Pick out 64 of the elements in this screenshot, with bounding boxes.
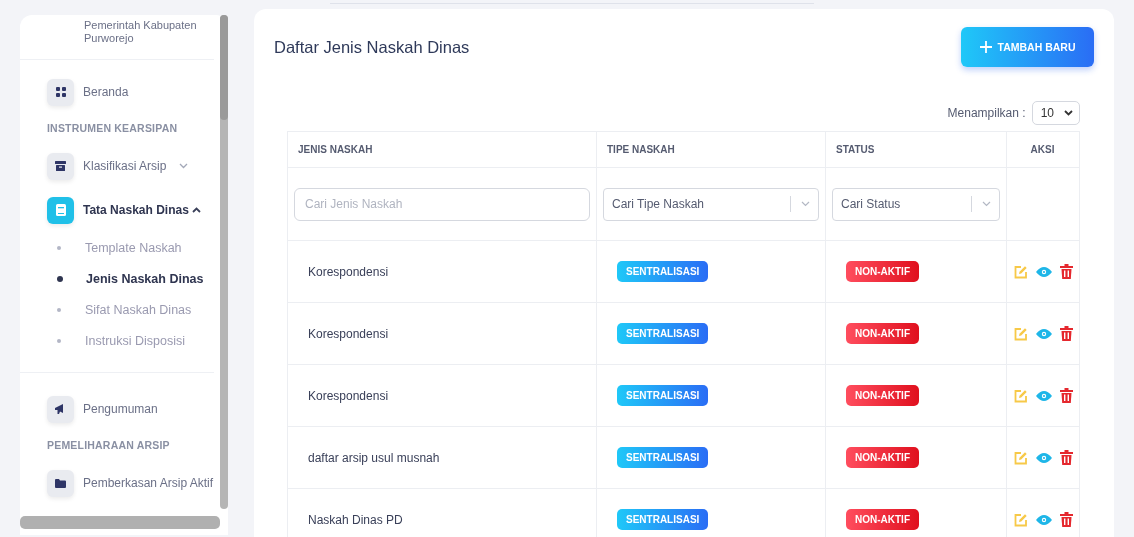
vertical-scrollbar[interactable] xyxy=(220,15,228,509)
sidebar-item[interactable]: Pemberkasan Arsip Aktif xyxy=(20,461,220,505)
book-icon xyxy=(47,196,74,224)
status-badge: NON-AKTIF xyxy=(846,447,919,468)
column-header: STATUS xyxy=(825,131,1007,168)
table-cell: Korespondensi xyxy=(308,326,389,341)
table-cell: Korespondensi xyxy=(308,264,389,279)
delete-icon[interactable] xyxy=(1059,512,1073,528)
type-badge: SENTRALISASI xyxy=(617,261,709,282)
status-badge: NON-AKTIF xyxy=(846,385,919,406)
view-icon[interactable] xyxy=(1035,514,1052,525)
submenu-item[interactable]: Instruksi Disposisi xyxy=(20,325,220,356)
table-cell: daftar arsip usul musnah xyxy=(308,450,440,465)
sidebar-item[interactable]: Pengumuman xyxy=(20,387,220,431)
page-size-select[interactable]: 10 xyxy=(1031,101,1080,125)
submenu-item[interactable]: Jenis Naskah Dinas xyxy=(20,263,220,294)
sidebar-item[interactable]: Beranda xyxy=(20,70,220,114)
type-badge: SENTRALISASI xyxy=(617,323,709,344)
grid-icon xyxy=(47,78,74,106)
section-label: INSTRUMEN KEARSIPAN xyxy=(46,121,179,136)
type-badge: SENTRALISASI xyxy=(617,385,709,406)
megaphone-icon xyxy=(47,395,74,423)
edit-icon[interactable] xyxy=(1013,326,1028,341)
sidebar-item[interactable]: Tata Naskah Dinas xyxy=(20,188,220,232)
organization-name: Pemerintah Kabupaten Purworejo xyxy=(83,19,198,45)
column-header: JENIS NASKAH xyxy=(287,131,597,168)
view-icon[interactable] xyxy=(1035,266,1052,277)
type-badge: SENTRALISASI xyxy=(617,447,709,468)
chevron-down-icon xyxy=(1064,110,1073,116)
table-cell: Korespondensi xyxy=(308,388,389,403)
archive-box-icon xyxy=(47,152,74,180)
plus-icon xyxy=(979,41,992,53)
type-filter-dropdown[interactable]: Cari Tipe Naskah xyxy=(603,187,819,221)
delete-icon[interactable] xyxy=(1059,450,1073,466)
column-header: TIPE NASKAH xyxy=(596,131,826,168)
search-field[interactable]: Cari Jenis Naskah xyxy=(294,187,590,221)
delete-icon[interactable] xyxy=(1059,264,1073,280)
status-badge: NON-AKTIF xyxy=(846,323,919,344)
view-icon[interactable] xyxy=(1035,452,1052,463)
horizontal-scrollbar[interactable] xyxy=(20,516,220,529)
add-new-button[interactable]: TAMBAH BARU xyxy=(961,27,1094,67)
delete-icon[interactable] xyxy=(1059,388,1073,404)
section-label: PEMELIHARAAN ARSIP xyxy=(46,438,171,453)
delete-icon[interactable] xyxy=(1059,326,1073,342)
edit-icon[interactable] xyxy=(1013,450,1028,465)
type-badge: SENTRALISASI xyxy=(617,509,709,530)
submenu-item[interactable]: Template Naskah xyxy=(20,232,220,263)
status-badge: NON-AKTIF xyxy=(846,509,919,530)
page-title: Daftar Jenis Naskah Dinas xyxy=(274,37,470,57)
edit-icon[interactable] xyxy=(1013,388,1028,403)
table-cell: Naskah Dinas PD xyxy=(308,512,403,527)
edit-icon[interactable] xyxy=(1013,264,1028,279)
chevron-down-icon xyxy=(982,201,991,207)
column-header: AKSI xyxy=(1006,131,1080,168)
view-icon[interactable] xyxy=(1035,390,1052,401)
chevron-down-icon xyxy=(801,201,810,207)
view-icon[interactable] xyxy=(1035,328,1052,339)
folder-icon xyxy=(47,469,74,497)
status-filter-dropdown[interactable]: Cari Status xyxy=(832,187,1000,221)
status-badge: NON-AKTIF xyxy=(846,261,919,282)
submenu-item[interactable]: Sifat Naskah Dinas xyxy=(20,294,220,325)
sidebar-item[interactable]: Klasifikasi Arsip xyxy=(20,144,220,188)
page-size-label: Menampilkan : xyxy=(947,106,1026,120)
edit-icon[interactable] xyxy=(1013,512,1028,527)
